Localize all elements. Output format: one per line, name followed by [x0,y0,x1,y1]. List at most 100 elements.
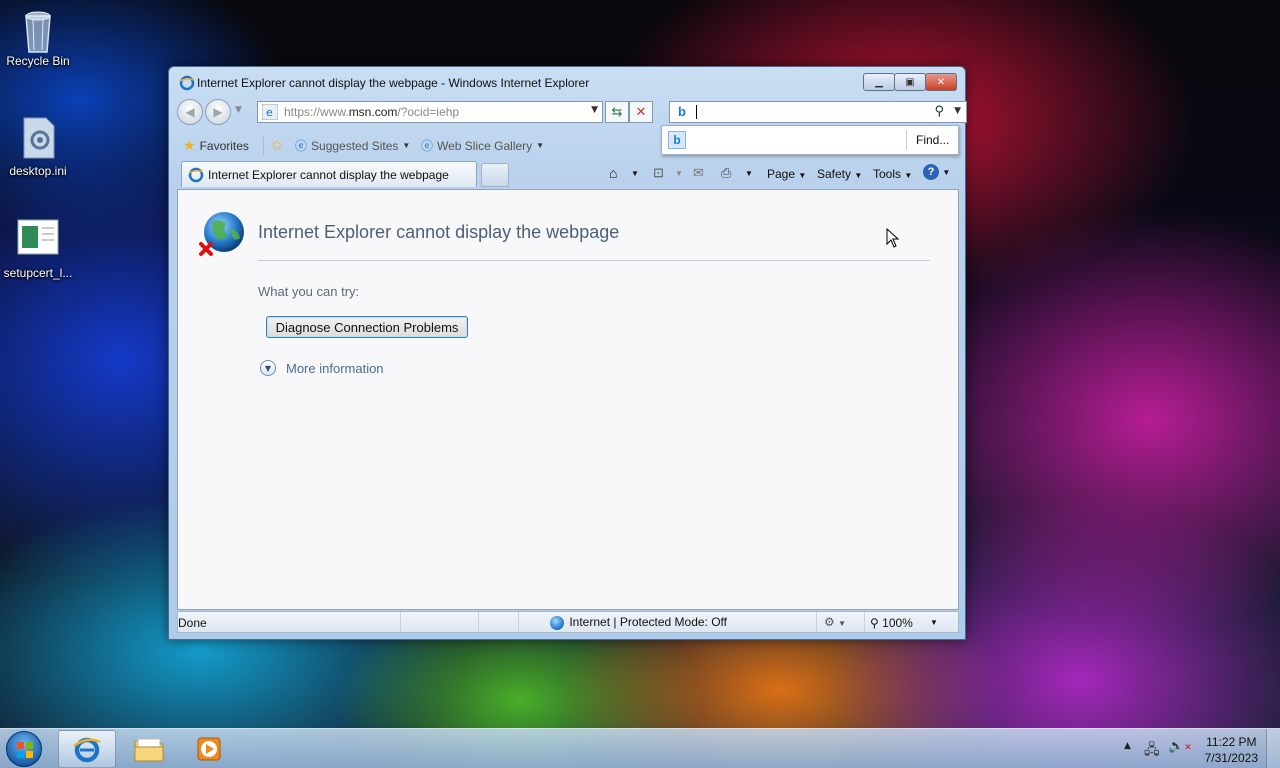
address-url: https://www.msn.com/?ocid=iehp [284,105,460,119]
status-bar: Done Internet | Protected Mode: Off ⚙ ▼ … [177,611,959,633]
find-button[interactable]: Find... [916,133,949,147]
clock[interactable]: 11:22 PM 7/31/2023 [1205,734,1258,766]
recent-pages-dropdown-icon[interactable]: ▼ [235,105,242,115]
add-to-favorites-bar-button[interactable]: ✩ [271,137,287,154]
config-file-icon [16,116,60,160]
tools-menu[interactable]: Tools ▼ [873,167,912,181]
add-favorite-icon: ✩ [271,137,283,153]
page-menu[interactable]: Page ▼ [767,167,806,181]
restore-icon: ▣ [905,76,915,88]
stop-icon: ✕ [635,104,647,120]
print-dropdown-icon[interactable]: ▼ [745,169,753,178]
favorites-button[interactable]: ★ Favorites [183,137,249,154]
protected-mode-icon[interactable]: ⚙ ▼ [824,615,846,629]
navigation-bar: ◀ ▶ ▼ e https://www.msn.com/?ocid=iehp ▼… [177,99,967,125]
new-tab-button[interactable] [481,163,509,187]
web-slice-gallery-link[interactable]: ⓔ Web Slice Gallery ▼ [421,137,544,154]
desktop-icon-desktop-ini[interactable]: desktop.ini [0,116,76,178]
svg-text:e: e [266,106,273,119]
close-button[interactable]: ✕ [925,73,957,91]
minimize-icon: ▁ [875,76,883,88]
show-hidden-icons-button[interactable]: ▲ [1124,741,1131,751]
status-text: Done [178,616,207,630]
more-information-link[interactable]: ▼ More information [260,360,384,376]
clock-date: 7/31/2023 [1204,751,1258,765]
tab-label: Internet Explorer cannot display the web… [208,167,449,182]
divider [258,260,930,261]
suggested-sites-link[interactable]: ⓔ Suggested Sites ▼ [295,137,410,154]
ie-window: Internet Explorer cannot display the web… [168,66,967,640]
diagnose-connection-button[interactable]: Diagnose Connection Problems [266,316,468,338]
home-icon[interactable]: ⌂ [609,165,617,181]
internet-globe-icon [550,615,564,630]
back-button[interactable]: ◀ [177,99,203,125]
feeds-dropdown-icon[interactable]: ▼ [675,169,683,178]
tab-current[interactable]: Internet Explorer cannot display the web… [181,161,477,187]
media-player-icon [197,737,221,761]
chevron-down-icon: ▼ [536,141,545,150]
search-suggestions-dropdown: b Find... [661,125,959,155]
folder-icon [134,738,164,762]
volume-muted-icon[interactable]: 🔈✕ [1168,739,1192,754]
favorites-label: Favorites [199,138,249,153]
favorites-bar: ★ Favorites ✩ ⓔ Suggested Sites ▼ ⓔ Web … [177,133,657,157]
tab-bar: Internet Explorer cannot display the web… [177,161,957,189]
document-icon [16,218,60,262]
taskbar-file-explorer[interactable] [120,730,178,768]
forward-button[interactable]: ▶ [205,99,231,125]
home-dropdown-icon[interactable]: ▼ [631,169,639,178]
search-options-dropdown-icon[interactable]: ▼ [954,106,961,116]
taskbar-media-player[interactable] [180,730,238,768]
taskbar: ▲ 🖧 🔈✕ 11:22 PM 7/31/2023 [0,728,1280,768]
print-icon[interactable]: ⎙ [721,165,731,181]
desktop-icon-setupcert[interactable]: setupcert_l... [0,218,76,280]
refresh-button[interactable]: ⇆ [605,101,629,123]
desktop-icon-label: Recycle Bin [6,54,70,68]
search-box[interactable]: b ⚲ ▼ [669,101,967,123]
forward-arrow-icon: ▶ [213,105,223,119]
desktop-icon-recycle-bin[interactable]: Recycle Bin [0,6,76,68]
page-ie-icon: ⓔ [421,139,434,153]
window-title: Internet Explorer cannot display the web… [197,76,590,90]
minimize-button[interactable]: ▁ [863,73,895,91]
address-bar[interactable]: e https://www.msn.com/?ocid=iehp ▼ [257,101,603,123]
page-ie-icon: e [262,104,278,120]
zoom-level[interactable]: ⚲ 100% [870,616,913,630]
chevron-down-icon: ▼ [402,141,411,150]
page-ie-icon: ⓔ [295,139,308,153]
windows-logo-icon [17,742,33,758]
error-title: Internet Explorer cannot display the web… [258,222,620,242]
safety-menu[interactable]: Safety ▼ [817,167,862,181]
stop-button[interactable]: ✕ [629,101,653,123]
bing-provider-icon[interactable]: b [668,131,686,149]
title-bar[interactable]: Internet Explorer cannot display the web… [169,67,965,99]
zoom-dropdown-icon[interactable]: ▼ [930,618,938,627]
page-ie-icon [188,167,204,182]
mail-icon[interactable]: ✉ [693,165,704,181]
close-icon: ✕ [936,76,946,88]
zoom-icon: ⚲ [870,616,879,630]
clock-time: 11:22 PM [1206,735,1257,749]
network-icon[interactable]: 🖧 [1144,739,1160,763]
back-arrow-icon: ◀ [185,105,195,119]
feeds-icon[interactable]: ⊡ [653,165,664,181]
bing-icon: b [678,104,686,119]
refresh-icon: ⇆ [611,104,623,120]
suggested-sites-label: Suggested Sites [311,138,399,153]
search-icon[interactable]: ⚲ [934,104,944,119]
ie-logo-icon [73,737,101,763]
search-input[interactable] [696,105,697,119]
what-you-can-try-label: What you can try: [258,284,360,299]
show-desktop-button[interactable] [1266,729,1280,768]
web-slice-gallery-label: Web Slice Gallery [437,138,533,153]
address-dropdown-icon[interactable]: ▼ [591,105,598,115]
start-button[interactable] [6,731,42,767]
security-zone[interactable]: Internet | Protected Mode: Off [550,615,727,630]
taskbar-internet-explorer[interactable] [58,730,116,768]
mouse-cursor-icon [886,228,900,248]
maximize-button[interactable]: ▣ [894,73,926,91]
globe-error-icon [199,212,244,256]
more-information-label: More information [286,360,384,376]
help-icon: ? [923,164,939,180]
help-button[interactable]: ? ▼ [923,164,950,180]
